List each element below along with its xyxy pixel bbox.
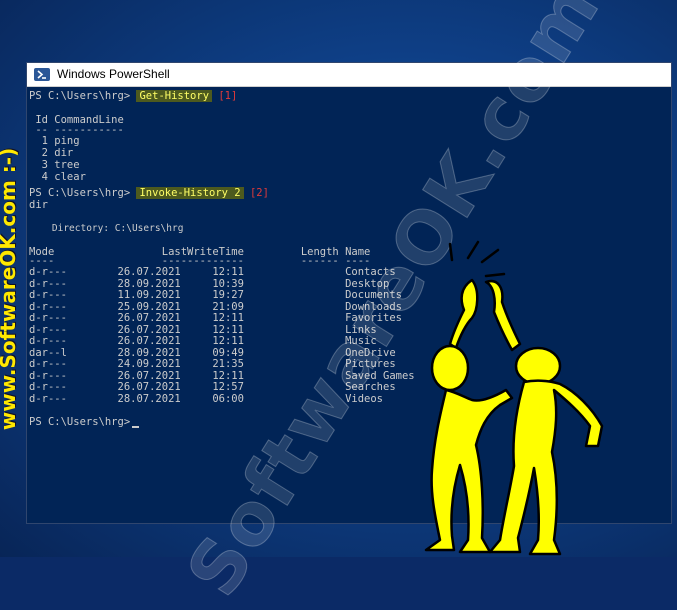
tag-1: [1]	[218, 90, 238, 102]
powershell-icon	[34, 68, 50, 81]
history-row: 3 tree	[29, 159, 80, 171]
prompt: PS C:\Users\hrg>	[29, 187, 131, 199]
prompt-line-1: PS C:\Users\hrg> Get-History [1]	[29, 90, 237, 102]
history-row: 1 ping	[29, 135, 80, 147]
prompt-line-2: PS C:\Users\hrg> Invoke-History 2 [2]	[29, 187, 269, 199]
side-watermark-text: www.SoftwareOK.com :-)	[0, 147, 20, 431]
table-row: d-r--- 26.07.2021 12:11 Contacts	[29, 266, 396, 278]
command-get-history: Get-History	[136, 90, 213, 102]
tag-2: [2]	[249, 187, 269, 199]
prompt: PS C:\Users\hrg>	[29, 90, 131, 102]
prompt-line-3[interactable]: PS C:\Users\hrg>	[29, 416, 140, 428]
prompt: PS C:\Users\hrg>	[29, 416, 131, 428]
history-row: 4 clear	[29, 171, 86, 183]
directory-line: Directory: C:\Users\hrg	[29, 223, 184, 234]
history-row: 2 dir	[29, 147, 74, 159]
high-five-figures-illustration	[424, 240, 604, 556]
command-invoke-history: Invoke-History 2	[136, 187, 244, 199]
echo-command: dir	[29, 199, 48, 211]
text-cursor	[132, 426, 140, 428]
window-title: Windows PowerShell	[57, 67, 170, 81]
